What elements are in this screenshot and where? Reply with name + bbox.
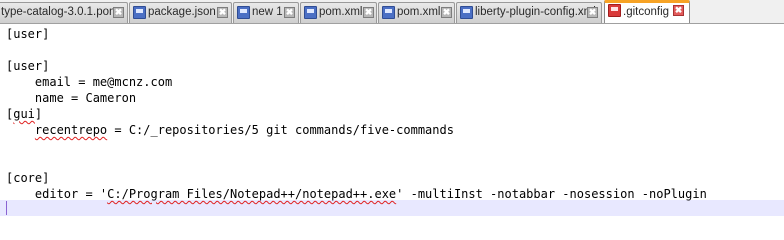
tab-label: package.json xyxy=(148,6,216,18)
code-line-recentrepo: recentrepo = C:/_repositories/5 git comm… xyxy=(6,122,454,138)
tab-bar: type-catalog-3.0.1.pom ✖ package.json ✖ … xyxy=(0,0,784,24)
code-line: [user] xyxy=(6,27,50,41)
code-text: editor = ' xyxy=(34,187,108,201)
tab-liberty-plugin-config[interactable]: liberty-plugin-config.xml ✖ xyxy=(456,2,602,23)
close-tab-icon[interactable]: ✖ xyxy=(441,7,452,18)
tab-gitconfig[interactable]: .gitconfig ✖ xyxy=(604,0,690,23)
close-tab-icon[interactable]: ✖ xyxy=(673,5,684,16)
close-tab-icon[interactable]: ✖ xyxy=(217,7,228,18)
tab-new-1[interactable]: new 1 ✖ xyxy=(233,2,299,23)
misspelled-word: C:/Program Files/Notepad++/notepad++.exe xyxy=(107,187,397,201)
tab-label: liberty-plugin-config.xml xyxy=(475,6,596,18)
tab-package-json[interactable]: package.json ✖ xyxy=(129,2,232,23)
tab-label: .gitconfig xyxy=(623,6,670,18)
file-icon xyxy=(304,6,317,19)
code-line: [user] xyxy=(6,59,50,73)
code-text: = C:/_repositories/5 git commands/five-c… xyxy=(107,123,454,137)
current-line-highlight xyxy=(0,200,784,216)
code-line: [core] xyxy=(6,171,50,185)
code-line-gui-section: [gui] xyxy=(6,107,43,121)
tab-label: pom.xml xyxy=(397,6,441,18)
close-tab-icon[interactable]: ✖ xyxy=(587,7,598,18)
misspelled-word: gui xyxy=(13,107,35,121)
file-icon xyxy=(237,6,250,19)
code-line: name = Cameron xyxy=(6,91,137,105)
code-line: email = me@mcnz.com xyxy=(6,75,173,89)
tab-type-catalog-pom[interactable]: type-catalog-3.0.1.pom ✖ xyxy=(0,2,128,23)
file-icon xyxy=(382,6,395,19)
tab-label: new 1 xyxy=(252,6,283,18)
tab-label: pom.xml xyxy=(319,6,363,18)
file-icon xyxy=(133,6,146,19)
tab-label: type-catalog-3.0.1.pom xyxy=(1,6,119,18)
code-line-editor: editor = 'C:/Program Files/Notepad++/not… xyxy=(6,186,707,202)
close-tab-icon[interactable]: ✖ xyxy=(363,7,374,18)
text-caret xyxy=(6,201,7,215)
tab-pom-xml-1[interactable]: pom.xml ✖ xyxy=(300,2,377,23)
close-tab-icon[interactable]: ✖ xyxy=(113,7,124,18)
close-tab-icon[interactable]: ✖ xyxy=(284,7,295,18)
tab-pom-xml-2[interactable]: pom.xml ✖ xyxy=(378,2,455,23)
file-icon xyxy=(608,4,621,17)
file-icon xyxy=(460,6,473,19)
misspelled-word: recentrepo xyxy=(34,123,108,137)
code-text: ' -multiInst -notabbar -nosession -noPlu… xyxy=(396,187,707,201)
text-editor-area[interactable]: [user] [user] email = me@mcnz.com name =… xyxy=(0,24,784,240)
